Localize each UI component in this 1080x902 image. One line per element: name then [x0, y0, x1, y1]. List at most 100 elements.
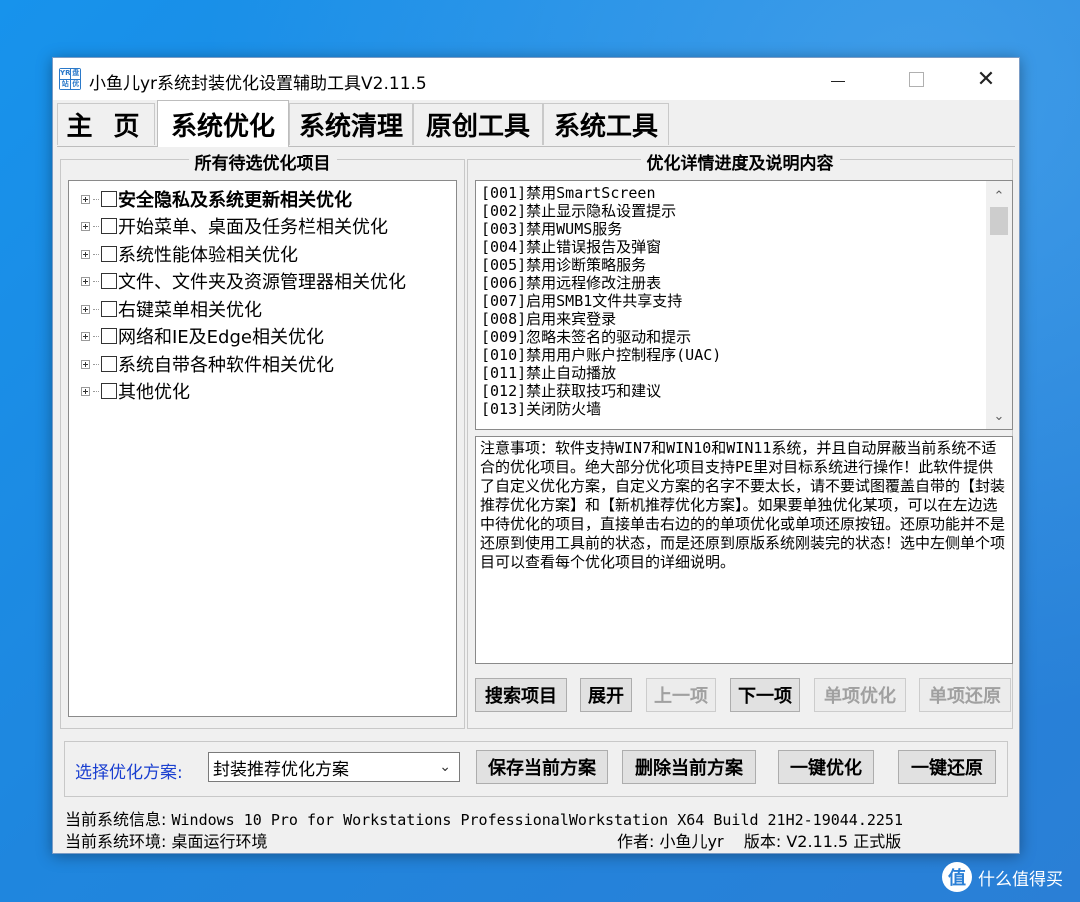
watermark: 值 什么值得买	[942, 862, 1063, 892]
single-optimize-button[interactable]: 单项优化	[814, 678, 906, 712]
tree-item-label: 系统性能体验相关优化	[118, 245, 298, 266]
watermark-text: 什么值得买	[978, 869, 1063, 890]
scheme-select[interactable]: 封装推荐优化方案 ⌄	[208, 752, 460, 782]
optimize-tree[interactable]: 安全隐私及系统更新相关优化 开始菜单、桌面及任务栏相关优化 系统性能体验相关优化…	[68, 180, 457, 717]
tree-checkbox[interactable]	[101, 218, 117, 234]
list-item[interactable]: [013]关闭防火墙	[481, 400, 601, 418]
tree-item[interactable]: 安全隐私及系统更新相关优化	[81, 187, 352, 211]
tree-item[interactable]: 开始菜单、桌面及任务栏相关优化	[81, 214, 388, 238]
list-item[interactable]: [007]启用SMB1文件共享支持	[481, 292, 682, 310]
expand-plus-icon[interactable]	[81, 359, 90, 369]
tree-item-label: 其他优化	[118, 382, 190, 403]
scroll-up-icon[interactable]: ⌃	[986, 185, 1012, 207]
environment-value: 桌面运行环境	[171, 832, 268, 851]
delete-scheme-button[interactable]: 删除当前方案	[622, 750, 756, 784]
group-title: 所有待选优化项目	[61, 149, 464, 174]
tree-item[interactable]: 系统性能体验相关优化	[81, 242, 298, 266]
list-item[interactable]: [009]忽略未签名的驱动和提示	[481, 328, 691, 346]
tab-system-clean[interactable]: 系统清理	[289, 103, 413, 145]
system-info-label: 当前系统信息:	[65, 810, 167, 829]
tree-checkbox[interactable]	[101, 191, 117, 207]
single-restore-button[interactable]: 单项还原	[919, 678, 1011, 712]
expand-plus-icon[interactable]	[81, 386, 90, 396]
close-icon: ✕	[976, 66, 996, 92]
expand-plus-icon[interactable]	[81, 194, 90, 204]
notes-textbox[interactable]: 注意事项：软件支持WIN7和WIN10和WIN11系统，并且自动屏蔽当前系统不适…	[475, 436, 1013, 664]
main-tabs: 主 页 系统优化 系统清理 原创工具 系统工具	[57, 100, 1017, 147]
tree-line	[93, 390, 99, 392]
one-click-optimize-button[interactable]: 一键优化	[778, 750, 874, 784]
tree-line	[93, 280, 99, 282]
tree-item[interactable]: 系统自带各种软件相关优化	[81, 352, 334, 376]
tab-panel: 所有待选优化项目 安全隐私及系统更新相关优化 开始菜单、桌面及任务栏相关优化 系…	[57, 146, 1015, 799]
environment-line: 当前系统环境: 桌面运行环境	[65, 828, 268, 852]
tree-checkbox[interactable]	[101, 246, 117, 262]
save-scheme-button[interactable]: 保存当前方案	[476, 750, 608, 784]
list-item[interactable]: [001]禁用SmartScreen	[481, 184, 656, 202]
list-item[interactable]: [008]启用来宾登录	[481, 310, 616, 328]
list-scrollbar[interactable]: ⌃ ⌄	[986, 181, 1012, 429]
next-item-button[interactable]: 下一项	[730, 678, 800, 712]
tree-item-label: 网络和IE及Edge相关优化	[118, 327, 324, 348]
search-items-button[interactable]: 搜索项目	[475, 678, 567, 712]
title-bar[interactable]: YR 盘 站 优 小鱼儿yr系统封装优化设置辅助工具V2.11.5 ✕	[53, 58, 1019, 100]
expand-button[interactable]: 展开	[580, 678, 632, 712]
tab-system-tools[interactable]: 系统工具	[543, 103, 669, 145]
app-icon-glyph: 站	[60, 79, 71, 89]
tree-item-label: 开始菜单、桌面及任务栏相关优化	[118, 217, 388, 238]
tree-checkbox[interactable]	[101, 383, 117, 399]
scroll-down-icon[interactable]: ⌄	[986, 405, 1012, 427]
tree-item[interactable]: 网络和IE及Edge相关优化	[81, 324, 324, 348]
version-label: 版本: V2.11.5 正式版	[743, 832, 902, 851]
tree-line	[93, 253, 99, 255]
group-title-text: 优化详情进度及说明内容	[640, 154, 840, 174]
system-info-line: 当前系统信息: Windows 10 Pro for Workstations …	[65, 806, 903, 830]
app-icon-glyph: 优	[71, 79, 80, 89]
tree-item[interactable]: 文件、文件夹及资源管理器相关优化	[81, 269, 406, 293]
tab-original-tools[interactable]: 原创工具	[413, 103, 543, 145]
minimize-button[interactable]	[815, 58, 861, 100]
maximize-icon	[908, 71, 924, 87]
expand-plus-icon[interactable]	[81, 249, 90, 259]
list-item[interactable]: [004]禁止错误报告及弹窗	[481, 238, 661, 256]
expand-plus-icon[interactable]	[81, 221, 90, 231]
expand-plus-icon[interactable]	[81, 276, 90, 286]
app-icon-glyph: YR	[60, 69, 71, 79]
tree-line	[93, 335, 99, 337]
tree-line	[93, 308, 99, 310]
optimize-items-group: 所有待选优化项目 安全隐私及系统更新相关优化 开始菜单、桌面及任务栏相关优化 系…	[60, 154, 465, 729]
tab-home[interactable]: 主 页	[57, 103, 155, 145]
list-item[interactable]: [002]禁止显示隐私设置提示	[481, 202, 676, 220]
previous-item-button[interactable]: 上一项	[646, 678, 716, 712]
group-title: 优化详情进度及说明内容	[468, 149, 1012, 174]
app-icon-glyph: 盘	[71, 69, 80, 79]
maximize-button[interactable]	[893, 58, 939, 100]
tree-item-label: 安全隐私及系统更新相关优化	[118, 190, 352, 211]
list-item[interactable]: [012]禁止获取技巧和建议	[481, 382, 661, 400]
scroll-thumb[interactable]	[990, 207, 1008, 235]
list-item[interactable]: [006]禁用远程修改注册表	[481, 274, 661, 292]
optimize-detail-list[interactable]: [001]禁用SmartScreen [002]禁止显示隐私设置提示 [003]…	[475, 180, 1013, 430]
expand-plus-icon[interactable]	[81, 304, 90, 314]
system-info-value: Windows 10 Pro for Workstations Professi…	[171, 811, 904, 829]
tree-line	[93, 363, 99, 365]
tree-checkbox[interactable]	[101, 356, 117, 372]
tree-checkbox[interactable]	[101, 328, 117, 344]
close-button[interactable]: ✕	[963, 58, 1009, 100]
tree-checkbox[interactable]	[101, 301, 117, 317]
window-title: 小鱼儿yr系统封装优化设置辅助工具V2.11.5	[89, 74, 427, 94]
tab-system-optimize[interactable]: 系统优化	[157, 100, 289, 147]
scheme-label: 选择优化方案:	[75, 763, 183, 783]
list-item[interactable]: [005]禁用诊断策略服务	[481, 256, 646, 274]
one-click-restore-button[interactable]: 一键还原	[898, 750, 996, 784]
app-icon: YR 盘 站 优	[59, 68, 81, 90]
tree-item[interactable]: 其他优化	[81, 379, 190, 403]
expand-plus-icon[interactable]	[81, 331, 90, 341]
list-item[interactable]: [011]禁止自动播放	[481, 364, 616, 382]
chevron-down-icon[interactable]: ⌄	[439, 759, 451, 775]
tree-item[interactable]: 右键菜单相关优化	[81, 297, 262, 321]
list-item[interactable]: [010]禁用用户账户控制程序(UAC)	[481, 346, 721, 364]
tree-item-label: 系统自带各种软件相关优化	[118, 355, 334, 376]
list-item[interactable]: [003]禁用WUMS服务	[481, 220, 622, 238]
tree-checkbox[interactable]	[101, 273, 117, 289]
